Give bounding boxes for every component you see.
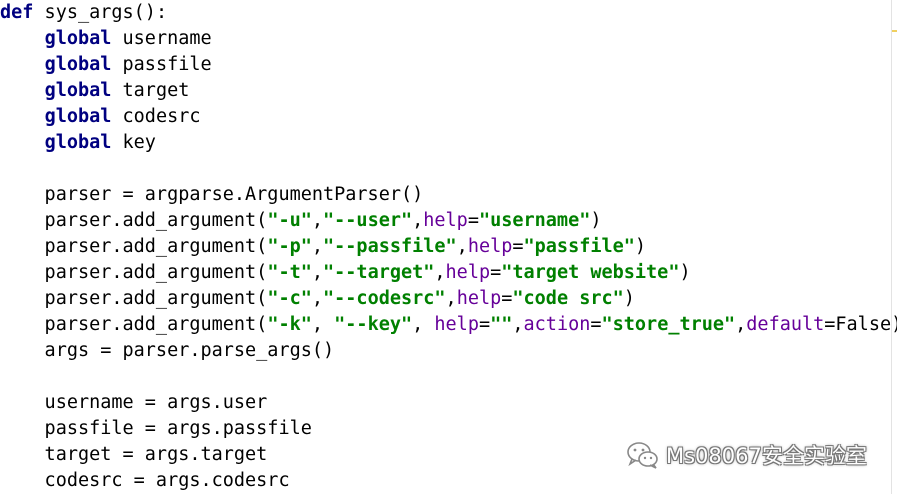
code-token: "-k" [267,314,312,335]
code-line: global username [0,26,212,52]
code-line: codesrc = args.codesrc [0,468,290,494]
code-token: "target website" [501,262,680,283]
code-token: =False) [824,314,897,335]
code-token: = [590,314,602,335]
code-token: action [523,314,591,335]
code-token: = [467,210,479,231]
code-token: "--codesrc" [323,288,446,309]
code-token: target = args.target [0,444,268,465]
code-token: ) [623,288,635,309]
code-token: username [111,28,212,49]
code-token: , [311,236,324,257]
code-token: parser.add_argument( [0,262,268,283]
code-token: sys_args(): [33,2,168,23]
watermark-text: Ms08067安全实验室 [666,444,867,468]
wechat-icon [627,442,658,469]
code-token: global [44,132,112,153]
code-token: key [111,132,156,153]
code-token: global [44,80,112,101]
code-token: passfile [111,54,212,75]
code-token: def [0,2,34,23]
code-line: parser.add_argument("-p","--passfile",he… [0,234,647,260]
code-token: , [311,288,324,309]
code-token: "--key" [334,314,413,335]
code-line: username = args.user [0,390,268,416]
scrollbar-marker [892,30,897,32]
code-token: username = args.user [0,392,268,413]
code-token: = [490,262,502,283]
code-token: , [735,314,747,335]
code-token: parser.add_argument( [0,288,268,309]
code-token: default [746,314,825,335]
code-line: passfile = args.passfile [0,416,312,442]
code-token: "store_true" [601,314,736,335]
code-token: "--passfile" [323,236,457,257]
code-token: ) [590,210,602,231]
code-token: , [412,210,424,231]
code-line: global key [0,130,156,156]
code-token: global [44,54,112,75]
code-token: , [445,288,457,309]
code-token: = [478,314,491,335]
code-token: help [456,288,502,309]
code-token: ) [679,262,691,283]
code-token: ) [634,236,647,257]
code-token: "username" [478,210,591,231]
watermark: Ms08067安全实验室 [626,438,867,472]
code-line: parser.add_argument("-t","--target",help… [0,260,691,286]
code-token: codesrc [111,106,201,127]
code-token: help [445,262,491,283]
code-line: target = args.target [0,442,268,468]
code-token: = [512,236,524,257]
code-line: global passfile [0,52,212,78]
code-token: "passfile" [523,236,635,257]
code-token: , [311,210,324,231]
code-token: , [512,314,524,335]
code-line: args = parser.parse_args() [0,338,335,364]
code-token: global [44,106,112,127]
code-line: global codesrc [0,104,201,130]
code-token: help [434,314,479,335]
code-token: parser.add_argument( [0,236,268,257]
code-line: def sys_args(): [0,0,167,26]
code-token: "-p" [267,236,312,257]
code-token: "code src" [512,288,624,309]
code-token: "" [490,314,513,335]
right-margin-guide [891,0,892,494]
code-token: target [111,80,190,101]
code-token: passfile = args.passfile [0,418,312,439]
code-token: "-t" [267,262,312,283]
code-token: help [467,236,513,257]
code-token: args = parser.parse_args() [0,340,335,361]
code-token: global [44,28,112,49]
code-token: parser.add_argument( [0,210,268,231]
code-token: , [311,262,324,283]
code-token: "--target" [323,262,435,283]
code-token: "--user" [323,210,413,231]
code-token: , [434,262,446,283]
code-token: "-c" [267,288,312,309]
code-editor[interactable]: def sys_args(): global username global p… [0,0,897,494]
code-token: , [456,236,468,257]
code-token: = [501,288,513,309]
code-token: help [423,210,468,231]
code-line: global target [0,78,190,104]
code-line: parser.add_argument("-u","--user",help="… [0,208,602,234]
code-line: parser.add_argument("-k", "--key", help=… [0,312,897,338]
code-line: parser = argparse.ArgumentParser() [0,182,424,208]
code-token: parser.add_argument( [0,314,268,335]
code-token: parser = argparse.ArgumentParser() [0,184,424,205]
code-token: "-u" [267,210,312,231]
code-line: parser.add_argument("-c","--codesrc",hel… [0,286,635,312]
code-token: , [412,314,435,335]
code-token: codesrc = args.codesrc [0,470,290,491]
code-token: , [311,314,335,335]
